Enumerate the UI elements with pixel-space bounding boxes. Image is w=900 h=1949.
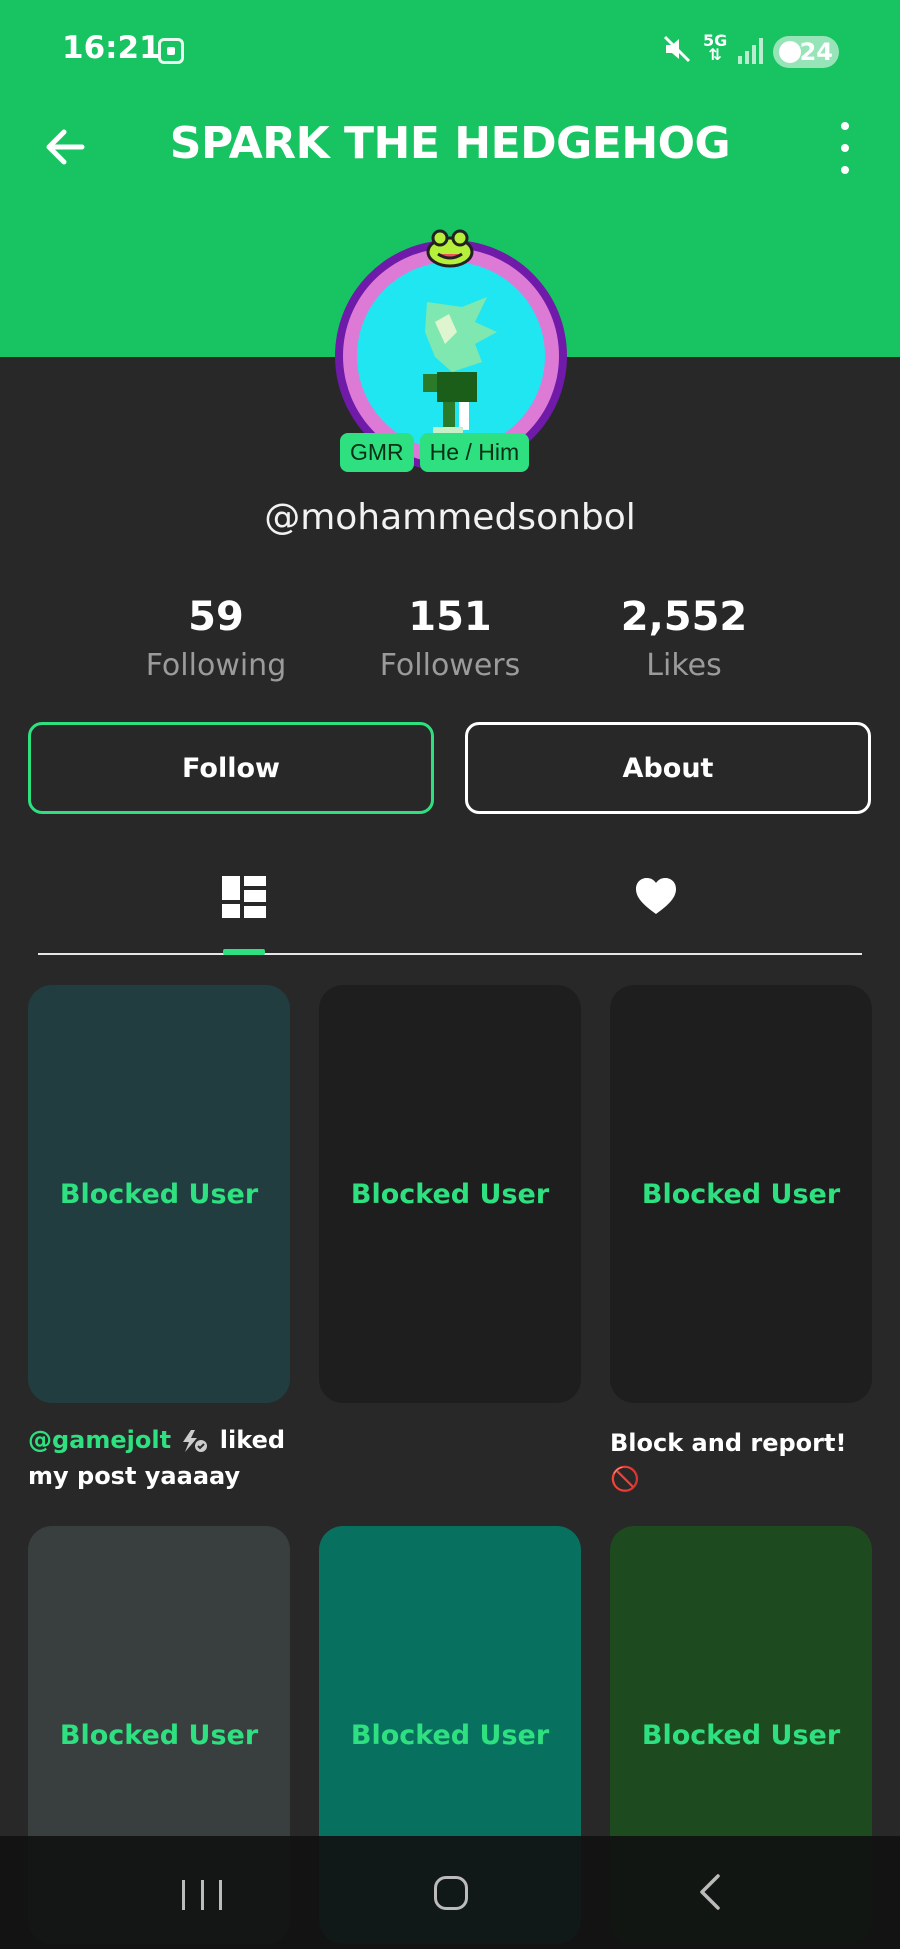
post-caption: Block and report!🚫 — [610, 1429, 847, 1493]
post-label: Blocked User — [59, 1178, 259, 1210]
battery-level: 24 — [799, 38, 833, 66]
caption-text-line2: my post yaaaay — [28, 1462, 241, 1490]
network-label: 5G — [703, 31, 728, 50]
stat-label: Following — [145, 648, 287, 683]
post-card[interactable]: Blocked User — [610, 985, 872, 1403]
caption-text: liked — [211, 1426, 286, 1454]
active-tab-indicator — [223, 949, 265, 955]
tab-divider — [38, 953, 862, 955]
gamejolt-verified-icon — [179, 1428, 211, 1454]
stat-likes[interactable]: 2,552 Likes — [574, 594, 794, 683]
stat-value: 2,552 — [620, 594, 748, 640]
post-label: Blocked User — [641, 1178, 841, 1210]
stat-value: 59 — [188, 594, 244, 640]
post-card[interactable]: Blocked User — [28, 985, 290, 1403]
screenshot-icon — [158, 38, 184, 64]
home-icon[interactable] — [434, 1876, 468, 1910]
mention-link[interactable]: @gamejolt — [28, 1426, 171, 1454]
stat-following[interactable]: 59 Following — [106, 594, 326, 683]
post-caption: @gamejolt liked my post yaaaay — [28, 1422, 290, 1494]
battery-saver-icon — [779, 41, 801, 63]
heart-icon[interactable] — [636, 878, 676, 916]
badge-gmr: GMR — [340, 433, 414, 472]
profile-badges: GMR He / Him — [340, 433, 530, 472]
about-button[interactable]: About — [465, 722, 871, 814]
post-label: Blocked User — [59, 1719, 259, 1751]
badge-pronouns: He / Him — [419, 433, 530, 472]
posts-grid-icon[interactable] — [222, 876, 266, 918]
status-time: 16:21 — [62, 30, 161, 66]
post-label: Blocked User — [350, 1178, 550, 1210]
mute-icon — [662, 34, 692, 71]
page-title: SPARK THE HEDGEHOG — [169, 118, 731, 169]
network-type: 5G ⇅ — [703, 31, 728, 64]
system-back-icon[interactable] — [692, 1872, 732, 1912]
stat-followers[interactable]: 151 Followers — [340, 594, 560, 683]
recent-apps-icon[interactable] — [182, 1880, 222, 1910]
signal-icon — [738, 38, 764, 64]
follow-button[interactable]: Follow — [28, 722, 434, 814]
stat-value: 151 — [408, 594, 492, 640]
post-label: Blocked User — [350, 1719, 550, 1751]
more-options-icon[interactable] — [830, 122, 860, 174]
frog-decoration-icon — [424, 228, 476, 268]
post-card[interactable]: Blocked User — [319, 985, 581, 1403]
stat-label: Followers — [379, 648, 521, 683]
post-label: Blocked User — [641, 1719, 841, 1751]
battery-indicator: 24 — [773, 36, 839, 68]
pixel-character-image — [423, 297, 497, 435]
stat-label: Likes — [646, 648, 722, 683]
username: @mohammedsonbol — [264, 497, 636, 538]
